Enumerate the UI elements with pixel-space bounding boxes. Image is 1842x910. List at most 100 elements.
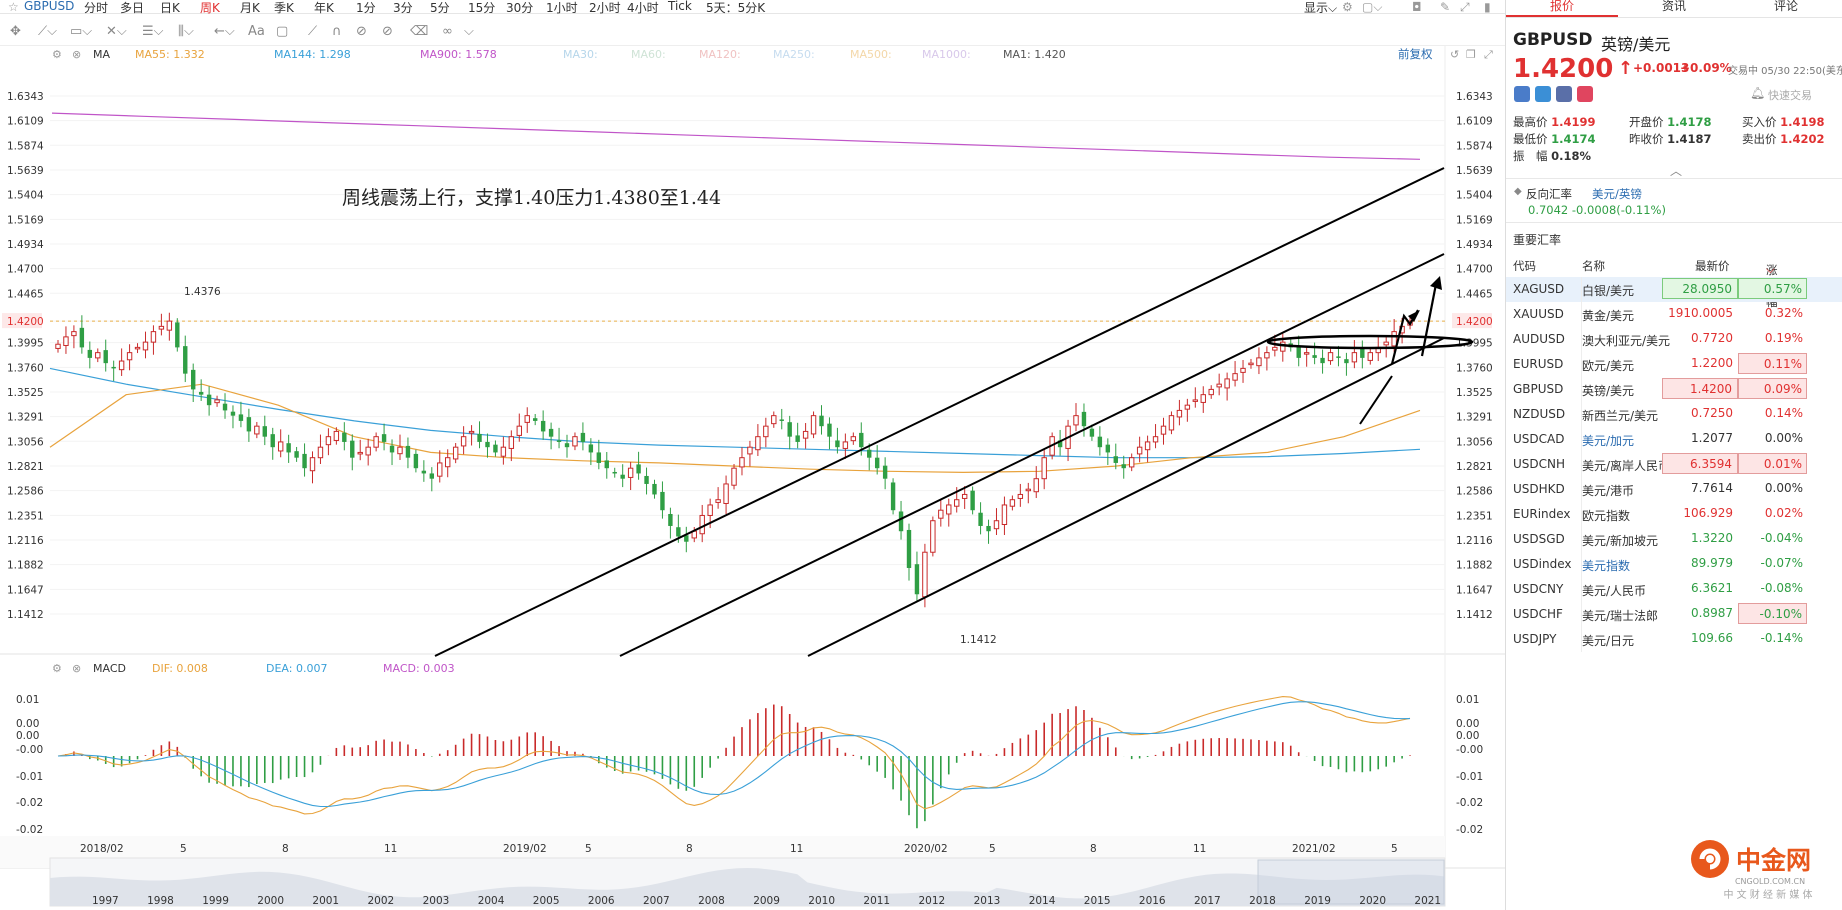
tab-quote[interactable]: 报价 xyxy=(1506,0,1618,17)
timeframe-13[interactable]: 2小时 xyxy=(589,0,621,16)
trend-line[interactable] xyxy=(807,337,1445,657)
overview-navigator[interactable]: 1997 1998 1999 2000 2001 2002 2003 2004 2005 2006… xyxy=(49,857,1446,907)
timeframe-4[interactable]: 月K xyxy=(240,0,260,16)
trend-line[interactable] xyxy=(434,167,1445,657)
window-icon[interactable]: ▢⌵ xyxy=(1362,0,1382,14)
layers-icon[interactable]: ⌵ xyxy=(464,24,474,39)
pen-icon[interactable]: ✎ xyxy=(1440,0,1450,14)
macd-settings-icon[interactable]: ⚙ xyxy=(52,662,62,675)
display-dropdown[interactable]: 显示⌵ xyxy=(1304,0,1337,16)
bid-label: 买入价 xyxy=(1742,115,1777,129)
overview-year: 2014 xyxy=(1029,895,1056,907)
line-tool-icon[interactable]: ⟋⌵ xyxy=(38,24,57,39)
gann-tool-icon[interactable]: ⫼⌵ xyxy=(178,24,194,39)
collapse-chevron-icon[interactable]: ︿ xyxy=(1670,162,1682,179)
table-row[interactable]: AUDUSD 澳大利亚元/美元 0.7720 0.19% xyxy=(1506,327,1842,352)
y-tick-right: 1.3525 xyxy=(1456,387,1493,399)
quick-trade-button[interactable]: 快速交易 xyxy=(1768,87,1812,103)
candle-body xyxy=(763,425,769,438)
macd-close-icon[interactable]: ⊗ xyxy=(72,662,81,675)
col-price[interactable]: 最新价 xyxy=(1695,258,1730,274)
bell-icon[interactable]: 🔔︎ xyxy=(1750,86,1765,100)
gear-icon[interactable]: ⚙ xyxy=(1342,0,1353,14)
timeframe-14[interactable]: 4小时 xyxy=(627,0,659,16)
timeframe-1[interactable]: 多日 xyxy=(120,0,144,16)
heart-icon[interactable] xyxy=(1577,86,1593,102)
candle-body xyxy=(1168,415,1175,431)
comment-tool-icon[interactable]: ▢ xyxy=(276,24,288,39)
arrow-tool-icon[interactable]: ←⌵ xyxy=(214,24,235,39)
timeframe-9[interactable]: 5分 xyxy=(430,0,450,16)
reverse-pair-link[interactable]: 美元/英镑 xyxy=(1592,186,1642,202)
fib-tool-icon[interactable]: ☰⌵ xyxy=(142,24,164,39)
globe-icon[interactable] xyxy=(1514,86,1530,102)
magnet-icon[interactable]: ∩ xyxy=(332,24,342,39)
candle-body xyxy=(795,435,800,442)
settings-icon[interactable]: ⚙ xyxy=(52,48,62,61)
pattern-tool-icon[interactable]: ✕⌵ xyxy=(106,24,127,39)
table-row[interactable]: XAUUSD 黄金/美元 1910.0005 0.32% xyxy=(1506,302,1842,327)
candle-body xyxy=(1009,499,1016,507)
table-row[interactable]: USDHKD 美元/港币 7.7614 0.00% xyxy=(1506,477,1842,502)
star-icon[interactable]: ☆ xyxy=(8,0,19,14)
trash-icon[interactable]: ⌫ xyxy=(410,24,428,39)
timeframe-15[interactable]: Tick xyxy=(668,0,692,13)
y-tick-left: 1.6109 xyxy=(7,116,44,128)
table-row[interactable]: USDCNH 美元/离岸人民币 6.3594 0.01% xyxy=(1506,452,1842,477)
restore-adjust-button[interactable]: 前复权 xyxy=(1398,47,1433,61)
crosshair-icon[interactable]: ✥ xyxy=(10,24,21,39)
table-row[interactable]: GBPUSD 英镑/美元 1.4200 0.09% xyxy=(1506,377,1842,402)
timeframe-7[interactable]: 1分 xyxy=(356,0,376,16)
hide-icon[interactable]: ⊘ xyxy=(382,24,393,39)
link-icon[interactable]: ∞ xyxy=(442,24,453,39)
y-tick-left: 1.1882 xyxy=(7,560,44,572)
maximize-icon[interactable]: ⤢ xyxy=(1484,48,1493,61)
table-row[interactable]: USDindex 美元指数 89.979 -0.07% xyxy=(1506,552,1842,577)
timeframe-11[interactable]: 30分 xyxy=(506,0,533,16)
y-tick-right: 1.4934 xyxy=(1456,239,1493,251)
ruler-tool-icon[interactable]: ⟋ xyxy=(308,24,317,39)
table-row[interactable]: EURUSD 欧元/美元 1.2200 0.11% xyxy=(1506,352,1842,377)
symbol-label[interactable]: GBPUSD xyxy=(24,0,74,13)
table-row[interactable]: USDSGD 美元/新加坡元 1.3220 -0.04% xyxy=(1506,527,1842,552)
rect-tool-icon[interactable]: ▭⌵ xyxy=(70,24,92,39)
tab-news[interactable]: 资讯 xyxy=(1618,0,1730,14)
timeframe-3[interactable]: 周K xyxy=(200,0,220,16)
reset-icon[interactable]: ↺ xyxy=(1450,48,1459,61)
timeframe-16[interactable]: 5天：5分K xyxy=(706,0,765,16)
tab-comments[interactable]: 评论 xyxy=(1730,0,1842,14)
col-code[interactable]: 代码 xyxy=(1513,258,1536,274)
timeframe-0[interactable]: 分时 xyxy=(84,0,108,16)
col-name[interactable]: 名称 xyxy=(1582,258,1605,274)
candle-body xyxy=(1097,436,1103,448)
candle-body xyxy=(978,512,983,526)
fullscreen-icon[interactable]: ⤢ xyxy=(1460,0,1470,14)
camera-icon[interactable]: ◘ xyxy=(1412,0,1422,14)
table-row[interactable]: USDCAD 美元/加元 1.2077 0.00% xyxy=(1506,427,1842,452)
table-row[interactable]: USDCNY 美元/人民币 6.3621 -0.08% xyxy=(1506,577,1842,602)
timeframe-8[interactable]: 3分 xyxy=(393,0,413,16)
timeframe-5[interactable]: 季K xyxy=(274,0,294,16)
copy-icon[interactable]: ❐ xyxy=(1466,48,1476,61)
chart-area[interactable]: ⚙ ⊗ MA MA55: 1.332 MA144: 1.298 MA900: 1.5… xyxy=(0,46,1505,910)
timeframe-12[interactable]: 1小时 xyxy=(546,0,578,16)
sidebar-icon[interactable]: ▮ xyxy=(1484,0,1491,14)
timeframe-2[interactable]: 日K xyxy=(160,0,180,16)
table-row[interactable]: USDCHF 美元/瑞士法郎 0.8987 -0.10% xyxy=(1506,602,1842,627)
candle-body xyxy=(1073,415,1079,426)
candle-body xyxy=(787,422,792,437)
dif-label: DIF: 0.008 xyxy=(152,662,208,675)
text-tool-icon[interactable]: Aa xyxy=(248,24,265,39)
row-price: 89.979 xyxy=(1691,556,1733,570)
table-row[interactable]: USDJPY 美元/日元 109.66 -0.14% xyxy=(1506,627,1842,652)
timeframe-6[interactable]: 年K xyxy=(314,0,334,16)
doc-icon[interactable] xyxy=(1556,86,1572,102)
price-chart-svg[interactable]: ⚙ ⊗ MA MA55: 1.332 MA144: 1.298 MA900: 1.5… xyxy=(0,46,1505,910)
tag-icon[interactable] xyxy=(1535,86,1551,102)
table-row[interactable]: EURindex 欧元指数 106.929 0.02% xyxy=(1506,502,1842,527)
table-row[interactable]: NZDUSD 新西兰元/美元 0.7250 0.14% xyxy=(1506,402,1842,427)
timeframe-10[interactable]: 15分 xyxy=(468,0,495,16)
lock-icon[interactable]: ⊘ xyxy=(356,24,367,39)
table-row[interactable]: XAGUSD白银/美元◉28.09500.57% xyxy=(1506,277,1842,302)
close-ma-icon[interactable]: ⊗ xyxy=(72,48,81,61)
